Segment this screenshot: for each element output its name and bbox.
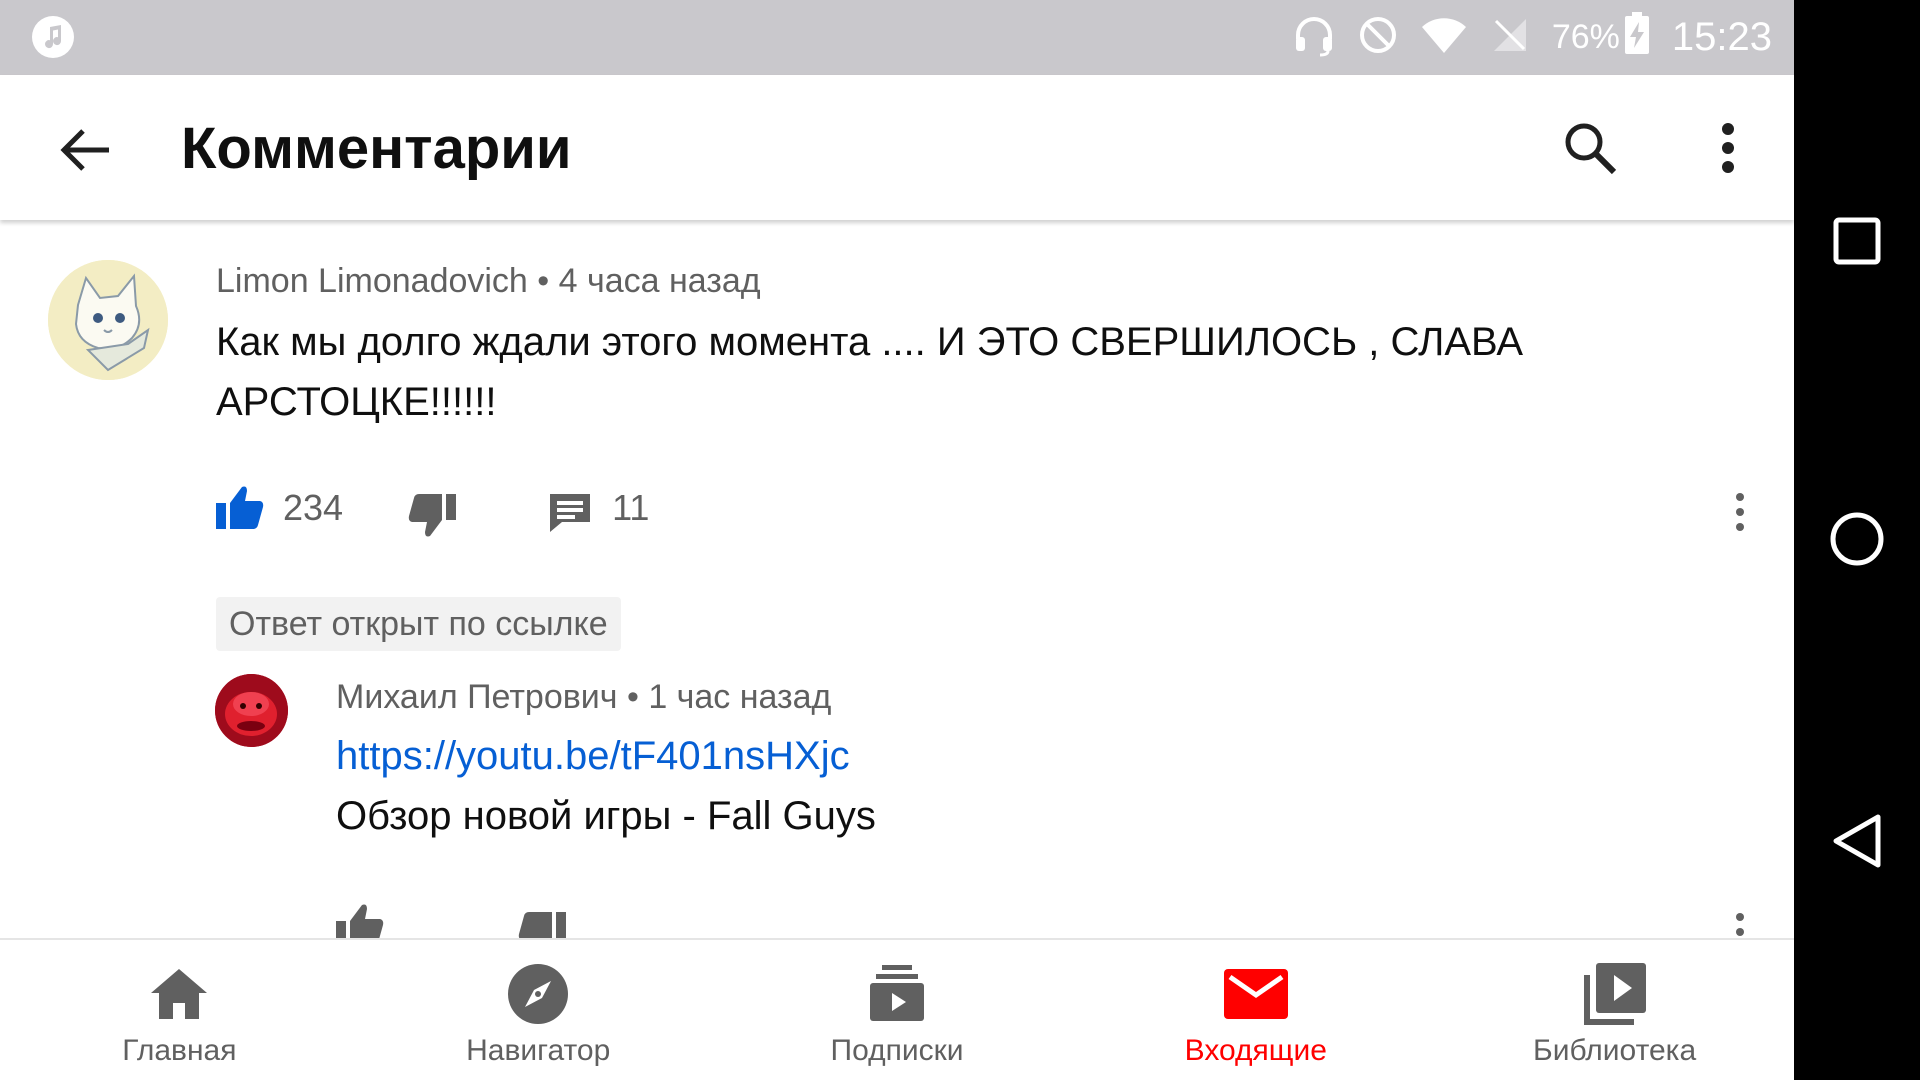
- tab-label: Навигатор: [466, 1034, 611, 1067]
- reply-text: Обзор новой игры - Fall Guys: [336, 794, 876, 838]
- tab-library[interactable]: Библиотека: [1435, 940, 1794, 1080]
- reply-icon[interactable]: [548, 492, 592, 534]
- reply-body: https://youtu.be/tF401nsHXjc Обзор новой…: [336, 726, 1636, 846]
- meta-separator: •: [626, 678, 649, 716]
- subscriptions-icon: [865, 962, 929, 1026]
- reply-time[interactable]: 1 час назад: [648, 678, 831, 716]
- comment-actions: 234 11: [216, 478, 649, 538]
- reply-count[interactable]: 11: [612, 487, 649, 529]
- tab-home[interactable]: Главная: [0, 940, 359, 1080]
- app-bar: Комментарии: [0, 75, 1794, 220]
- more-options-icon[interactable]: [1693, 113, 1763, 183]
- comments-list: Limon Limonadovich • 4 часа назад Как мы…: [0, 220, 1794, 938]
- comment-meta: Limon Limonadovich • 4 часа назад: [216, 262, 761, 301]
- library-icon: [1583, 962, 1647, 1026]
- dislike-icon[interactable]: [518, 910, 566, 938]
- home-icon: [147, 962, 211, 1026]
- recents-button[interactable]: [1824, 208, 1890, 274]
- tab-inbox[interactable]: Входящие: [1076, 940, 1435, 1080]
- clock: 15:23: [1671, 15, 1772, 59]
- battery-indicator: 76%: [1552, 12, 1650, 63]
- back-system-button[interactable]: [1824, 808, 1890, 874]
- battery-percent: 76%: [1551, 18, 1620, 56]
- like-icon[interactable]: [216, 485, 264, 531]
- do-not-disturb-icon: [1358, 15, 1398, 60]
- music-note-icon: [32, 16, 74, 58]
- headset-icon: [1292, 13, 1336, 62]
- compass-icon: [506, 962, 570, 1026]
- comment-author[interactable]: Limon Limonadovich: [216, 262, 528, 300]
- home-system-button[interactable]: [1824, 506, 1890, 572]
- search-icon[interactable]: [1555, 113, 1625, 183]
- linked-reply-chip: Ответ открыт по ссылке: [216, 597, 621, 651]
- tab-label: Главная: [122, 1034, 237, 1067]
- reply-author[interactable]: Михаил Петрович: [336, 678, 618, 716]
- reply-avatar[interactable]: [215, 674, 288, 747]
- avatar[interactable]: [48, 260, 168, 380]
- like-count: 234: [283, 487, 344, 528]
- status-icons: 76% 15:23: [1292, 0, 1772, 75]
- no-signal-icon: [1490, 15, 1530, 60]
- reply-link[interactable]: https://youtu.be/tF401nsHXjc: [336, 726, 1636, 786]
- battery-charging-icon: [1624, 12, 1650, 63]
- system-navigation-bar: [1794, 0, 1920, 1080]
- tab-label: Входящие: [1184, 1034, 1327, 1067]
- inbox-icon: [1223, 962, 1288, 1026]
- back-arrow-icon[interactable]: [50, 115, 120, 185]
- status-bar: 76% 15:23: [0, 0, 1794, 75]
- bottom-navigation: Главная Навигатор Подписки Входящие Библ…: [0, 938, 1794, 1080]
- like-icon[interactable]: [336, 903, 384, 938]
- wifi-icon: [1420, 15, 1468, 60]
- meta-separator: •: [537, 262, 559, 300]
- comment-time[interactable]: 4 часа назад: [559, 262, 761, 300]
- reply-actions: [336, 896, 566, 938]
- comment-more-icon[interactable]: [1720, 482, 1760, 542]
- tab-explore[interactable]: Навигатор: [359, 940, 718, 1080]
- page-title: Комментарии: [181, 116, 572, 181]
- reply-more-icon[interactable]: [1720, 902, 1760, 938]
- comment-text: Как мы долго ждали этого момента .... И …: [216, 320, 1524, 424]
- tab-label: Подписки: [830, 1034, 964, 1067]
- dislike-icon[interactable]: [408, 492, 457, 538]
- reply-meta: Михаил Петрович • 1 час назад: [336, 678, 831, 717]
- tab-label: Библиотека: [1533, 1034, 1697, 1067]
- tab-subscriptions[interactable]: Подписки: [718, 940, 1077, 1080]
